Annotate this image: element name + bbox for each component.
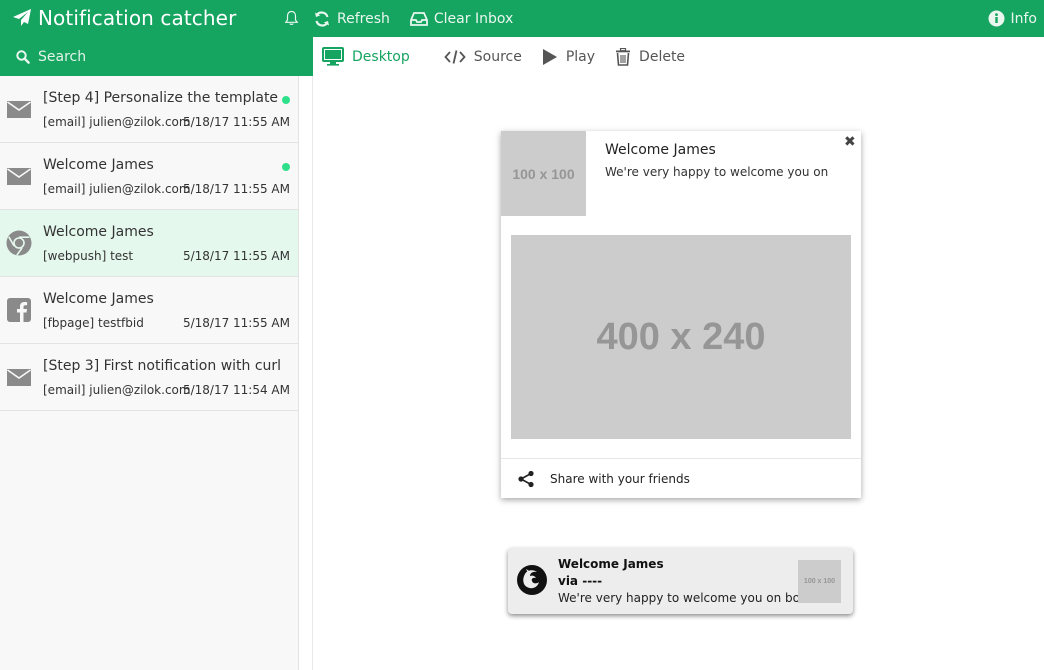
share-action[interactable]: Share with your friends: [517, 469, 847, 489]
toast-thumbnail: 100 x 100: [798, 560, 841, 603]
item-date: 5/18/17 11:54 AM: [182, 383, 290, 397]
preview-thumbnail: 100 x 100: [501, 131, 586, 216]
item-meta: [email] julien@zilok.com: [43, 182, 191, 196]
unread-dot: [282, 96, 290, 104]
list-item[interactable]: Welcome James [fbpage] testfbid 5/18/17 …: [0, 277, 298, 344]
toast-via: via ----: [558, 574, 603, 588]
item-date: 5/18/17 11:55 AM: [182, 182, 290, 196]
clear-inbox-label: Clear Inbox: [433, 10, 514, 27]
sidebar-gutter: [299, 76, 313, 670]
app-title: Notification catcher: [38, 6, 237, 30]
refresh-button[interactable]: Refresh: [313, 0, 390, 37]
toast-title: Welcome James: [558, 557, 664, 571]
envelope-icon: [7, 101, 31, 118]
source-label: Source: [473, 48, 522, 65]
preview-toolbar: Desktop Source Play Delete: [313, 37, 1044, 76]
toast-body: We're very happy to welcome you on bo..: [558, 591, 808, 605]
item-subject: Welcome James: [43, 157, 154, 173]
list-item[interactable]: Welcome James [webpush] test 5/18/17 11:…: [0, 210, 298, 277]
preview-title: Welcome James: [605, 142, 716, 158]
list-item[interactable]: [Step 3] First notification with curl [e…: [0, 344, 298, 411]
source-tab[interactable]: Source: [444, 37, 522, 76]
paper-plane-icon: [13, 9, 31, 26]
notification-list: [Step 4] Personalize the template [email…: [0, 76, 299, 670]
search-bar: [0, 37, 313, 76]
info-icon: [988, 10, 1004, 27]
share-label: Share with your friends: [550, 472, 690, 486]
facebook-icon: [7, 298, 31, 322]
list-item[interactable]: Welcome James [email] julien@zilok.com 5…: [0, 143, 298, 210]
item-meta: [email] julien@zilok.com: [43, 115, 191, 129]
desktop-icon: [322, 47, 344, 66]
item-date: 5/18/17 11:55 AM: [182, 316, 290, 330]
item-meta: [email] julien@zilok.com: [43, 383, 191, 397]
info-label: Info: [1010, 10, 1038, 27]
item-subject: Welcome James: [43, 291, 154, 307]
refresh-label: Refresh: [337, 10, 390, 27]
envelope-icon: [7, 369, 31, 386]
item-date: 5/18/17 11:55 AM: [182, 249, 290, 263]
search-icon: [16, 50, 30, 64]
item-meta: [webpush] test: [43, 249, 134, 263]
refresh-icon: [315, 10, 329, 27]
play-button[interactable]: Play: [542, 37, 595, 76]
info-button[interactable]: Info: [988, 0, 1038, 37]
item-subject: [Step 4] Personalize the template: [43, 90, 279, 106]
delete-button[interactable]: Delete: [615, 37, 685, 76]
list-item[interactable]: [Step 4] Personalize the template [email…: [0, 76, 298, 143]
preview-body: We're very happy to welcome you on: [605, 165, 829, 179]
code-icon: [444, 49, 466, 64]
bell-icon[interactable]: [284, 10, 299, 26]
play-label: Play: [565, 48, 596, 65]
play-icon: [542, 48, 557, 65]
top-bar: Notification catcher Refresh Clear Inbox…: [0, 0, 1044, 37]
desktop-tab[interactable]: Desktop: [322, 37, 410, 76]
chrome-icon: [6, 230, 32, 256]
desktop-label: Desktop: [352, 48, 410, 65]
inbox-icon: [409, 11, 428, 26]
item-date: 5/18/17 11:55 AM: [182, 115, 290, 129]
delete-label: Delete: [639, 48, 686, 65]
close-icon[interactable]: ✖: [844, 135, 856, 149]
firefox-icon: [517, 565, 547, 595]
item-subject: Welcome James: [43, 224, 154, 240]
clear-inbox-button[interactable]: Clear Inbox: [409, 0, 514, 37]
trash-icon: [616, 47, 631, 66]
preview-divider: [501, 458, 861, 459]
preview-image: 400 x 240: [511, 235, 851, 439]
brand: Notification catcher: [0, 0, 313, 37]
item-subject: [Step 3] First notification with curl: [43, 358, 282, 374]
notification-preview-card: 100 x 100 Welcome James We're very happy…: [501, 131, 861, 498]
share-icon: [518, 470, 534, 488]
search-input[interactable]: [38, 46, 298, 68]
envelope-icon: [7, 168, 31, 185]
firefox-notification-toast[interactable]: Welcome James via ---- We're very happy …: [508, 548, 853, 614]
item-meta: [fbpage] testfbid: [43, 316, 144, 330]
unread-dot: [282, 163, 290, 171]
